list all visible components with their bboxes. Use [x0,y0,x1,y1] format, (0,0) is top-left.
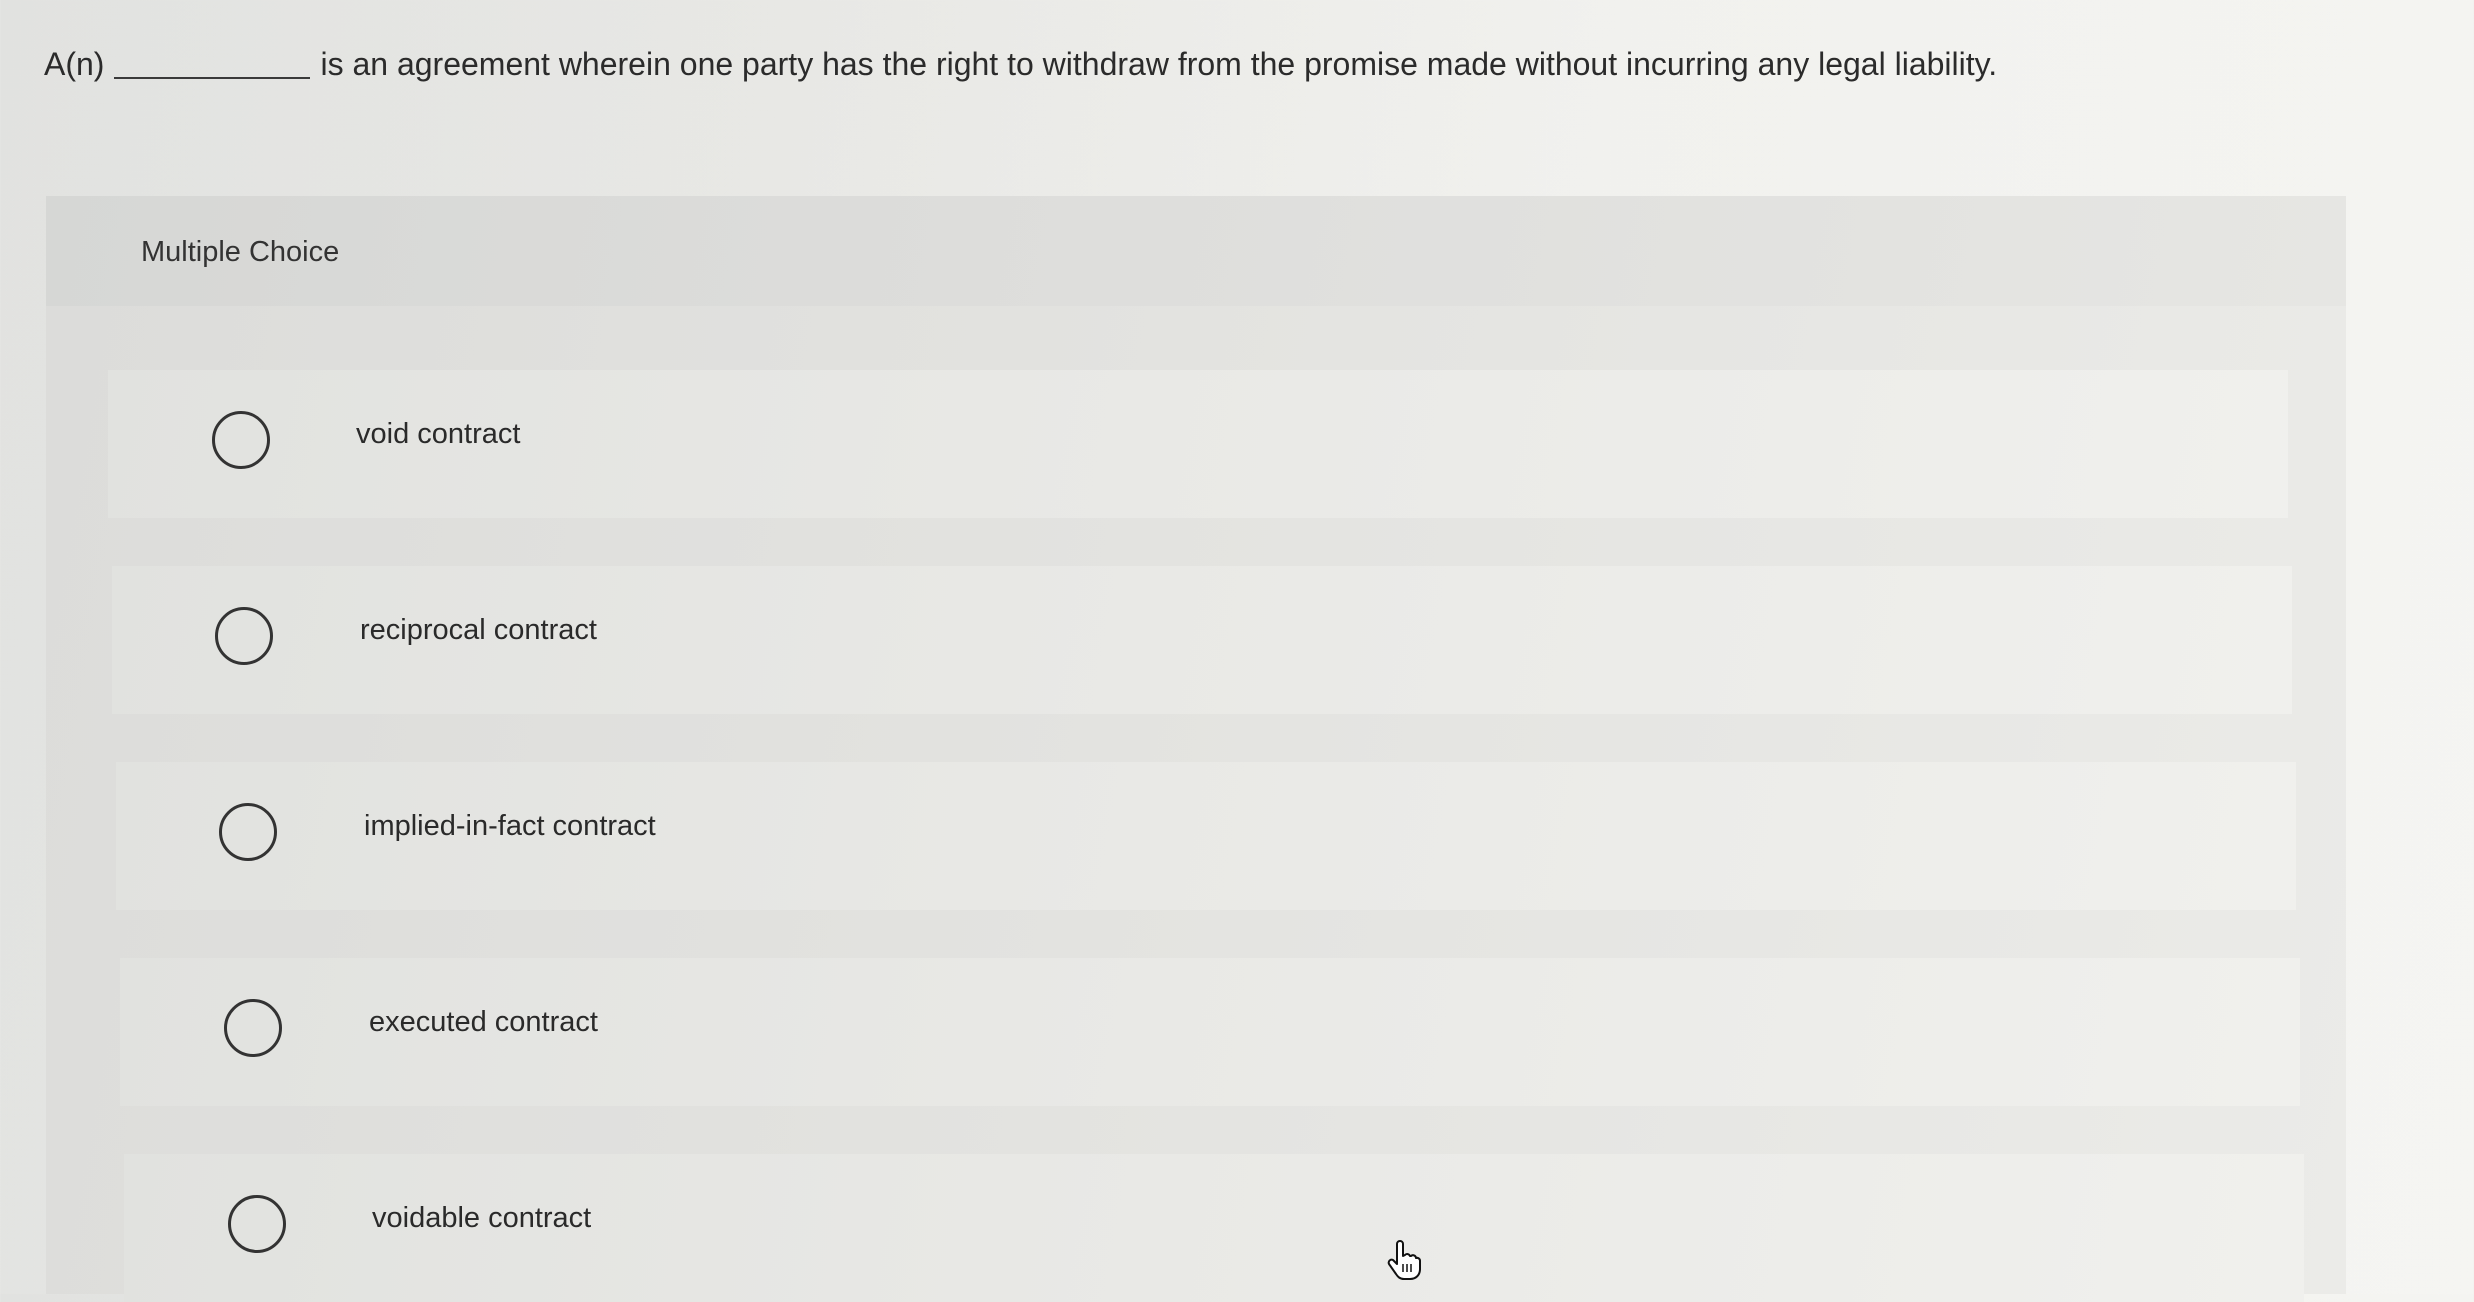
option-voidable-contract[interactable]: voidable contract [124,1154,2304,1302]
option-executed-contract[interactable]: executed contract [120,958,2300,1106]
answer-blank [114,49,311,79]
panel-header: Multiple Choice [46,196,2346,306]
radio-button[interactable] [212,411,270,469]
question-prefix: A(n) [44,46,105,82]
panel-label: Multiple Choice [141,236,340,268]
option-label: void contract [356,418,521,450]
radio-button[interactable] [224,999,282,1057]
option-label: executed contract [369,1006,598,1038]
option-void-contract[interactable]: void contract [108,370,2288,518]
radio-button[interactable] [215,607,273,665]
option-label: voidable contract [372,1202,592,1234]
option-implied-in-fact-contract[interactable]: implied-in-fact contract [116,762,2296,910]
hand-pointer-icon [1387,1240,1421,1280]
radio-button[interactable] [228,1195,286,1253]
option-reciprocal-contract[interactable]: reciprocal contract [112,566,2292,714]
multiple-choice-panel: Multiple Choice void contract reciprocal… [46,196,2346,1302]
question-body: is an agreement wherein one party has th… [320,46,1998,82]
option-label: implied-in-fact contract [364,810,656,842]
radio-button[interactable] [219,803,277,861]
question-text: A(n) is an agreement wherein one party ha… [44,40,1997,88]
option-label: reciprocal contract [360,614,597,646]
